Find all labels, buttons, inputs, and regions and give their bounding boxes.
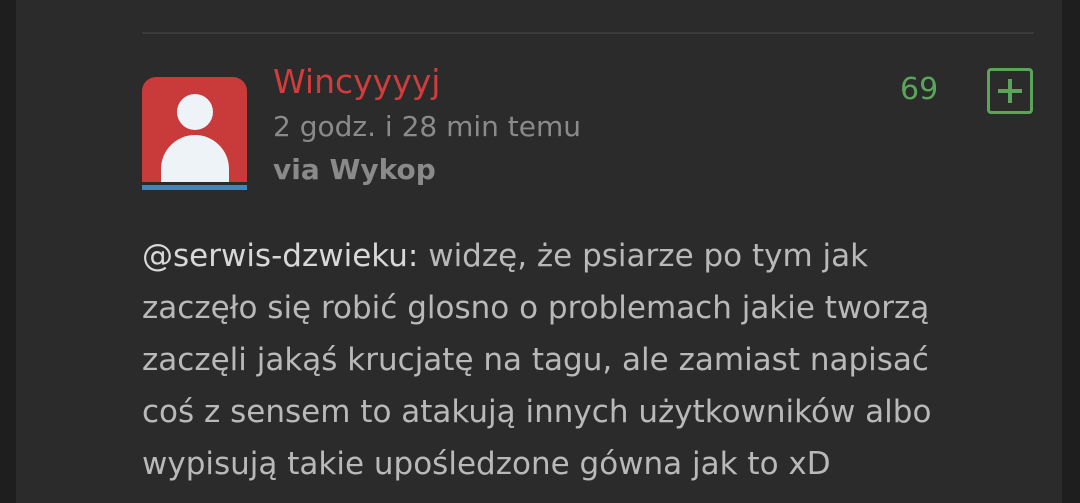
user-mention-link[interactable]: @serwis-dzwieku: [142, 238, 418, 274]
upvote-button[interactable] [987, 68, 1033, 114]
comment-text-line: wypisują takie upośledzone gówna jak to … [142, 446, 831, 482]
comment-view: Wincyyyyj 2 godz. i 28 min temu via Wyko… [0, 0, 1080, 503]
comment-text-line: widzę, że psiarze po tym jak [418, 238, 869, 274]
avatar-gender-underline [142, 185, 247, 190]
avatar-head-shape [177, 94, 213, 130]
comment-text-line: zaczęli jakąś krucjatę na tagu, ale zami… [142, 342, 929, 378]
author-username[interactable]: Wincyyyyj [273, 62, 440, 101]
comment-source: via Wykop [273, 153, 436, 186]
comment-text-line: zaczęło się robić glosno o problemach ja… [142, 290, 930, 326]
user-avatar[interactable] [142, 77, 247, 182]
avatar-body-shape [161, 135, 229, 182]
plus-icon-vertical [1008, 79, 1012, 103]
comment-divider [142, 32, 1034, 34]
comment-timestamp[interactable]: 2 godz. i 28 min temu [273, 110, 581, 143]
vote-count: 69 [900, 72, 939, 107]
comment-text-line: coś z sensem to atakują innych użytkowni… [142, 394, 932, 430]
comment-body: @serwis-dzwieku: widzę, że psiarze po ty… [142, 230, 1042, 490]
